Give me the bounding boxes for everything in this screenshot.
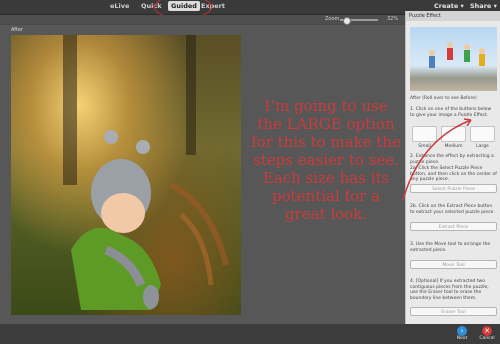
cancel-button[interactable]: ✕ Cancel bbox=[478, 326, 496, 341]
puzzle-effect-panel: Puzzle Effect After (Roll over to see Be… bbox=[405, 11, 500, 324]
medium-size-button[interactable] bbox=[441, 126, 466, 142]
toddler-figure bbox=[71, 130, 229, 310]
tab-elive[interactable]: eLive bbox=[110, 2, 129, 10]
create-button[interactable]: Create ▾ bbox=[434, 2, 464, 10]
photo-canvas[interactable] bbox=[11, 35, 241, 315]
annotation-text: I’m going to use the LARGE option for th… bbox=[251, 97, 401, 223]
zoom-label: Zoom bbox=[325, 16, 340, 22]
step-3-text: 3. Use the Move tool to arrange the extr… bbox=[410, 242, 491, 253]
small-label: Small bbox=[418, 144, 431, 149]
bottom-bar bbox=[0, 324, 500, 344]
next-button[interactable]: › Next bbox=[453, 326, 471, 341]
step-2-text: 2. Enhance the effect by extracting a pu… bbox=[410, 154, 494, 165]
people-jumping-image bbox=[429, 42, 485, 68]
large-size-button[interactable] bbox=[470, 126, 495, 142]
large-label: Large bbox=[476, 144, 489, 149]
zoom-slider-handle[interactable] bbox=[343, 16, 351, 25]
share-button[interactable]: Share ▾ bbox=[470, 2, 497, 10]
step-2b-text: 2b. Click on the Extract Piece button to… bbox=[410, 204, 495, 215]
preview-thumbnail bbox=[410, 27, 497, 91]
small-size-button[interactable] bbox=[412, 126, 437, 142]
next-icon: › bbox=[457, 326, 467, 336]
eraser-tool-button[interactable]: Eraser Tool bbox=[410, 307, 497, 316]
zoom-value: 32% bbox=[387, 16, 399, 22]
after-caption: After (Roll over to see Before) bbox=[410, 96, 477, 101]
extract-piece-button[interactable]: Extract Piece bbox=[410, 222, 497, 231]
step-4-text: 4. [Optional] If you extracted two conti… bbox=[410, 279, 489, 301]
step-2a-text: 2a. Click the Select Puzzle Piece button… bbox=[410, 166, 497, 182]
cancel-icon: ✕ bbox=[482, 326, 492, 336]
view-label: After bbox=[11, 27, 24, 33]
medium-label: Medium bbox=[444, 144, 463, 149]
panel-title: Puzzle Effect bbox=[406, 11, 500, 21]
move-tool-button[interactable]: Move Tool bbox=[410, 260, 497, 269]
select-puzzle-piece-button[interactable]: Select Puzzle Piece bbox=[410, 184, 497, 193]
step-1-text: 1. Click on one of the buttons below to … bbox=[410, 107, 492, 118]
